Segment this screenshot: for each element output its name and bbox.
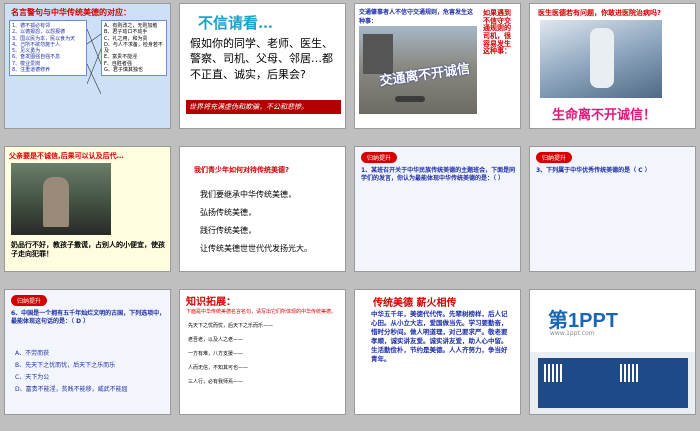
stamp-text: 生命离不开诚信！ — [552, 108, 657, 123]
item-2: 老吾老，以及人之老—— — [188, 337, 244, 343]
line-3: 践行传统美德， — [200, 226, 256, 235]
right-column: A、有则改之，无则加勉 B、君子动口不动手 C、礼之用，和为贵 D、与人不求备，… — [101, 20, 167, 76]
slide-thumbnail-27[interactable]: 交通肇事者人不信守交通规则，危害发生这种事： 交通离不开诚信 如果遇到不信守交通… — [354, 3, 521, 129]
slide-thumbnail-32[interactable]: 归纳提升 3、下列属于中华优秀传统美德的是（ C ） 32 — [529, 146, 696, 272]
item-3: 一方有难，八方支援—— — [188, 351, 244, 357]
slide-caption: 医生医德若有问题，你敢进医院治病吗? — [538, 9, 662, 17]
badge: 归纳提升 — [361, 152, 398, 163]
logo-main: 第1PPT — [548, 310, 619, 332]
slide-thumbnail-29[interactable]: 父亲要是不诚信,后果可以认及后代… 奶品行不好，教孩子撒谎，占别人的小便宜，使孩… — [4, 146, 171, 272]
line-4: 让传统美德世世代代发扬光大。 — [200, 244, 312, 253]
slide-text: 1、某班召开关于中华民族传统美德的主题班会，下面是同学们的发言，你认为最能体现中… — [361, 167, 516, 183]
slide-thumbnail-28[interactable]: 医生医德若有问题，你敢进医院治病吗? 生命离不开诚信！ 28 — [529, 3, 696, 129]
option-b: B、先天下之忧而忧，后天下之乐而乐 — [15, 362, 116, 369]
badge: 归纳提升 — [11, 295, 48, 306]
item-4: 人而无信，不知其可也—— — [188, 365, 249, 371]
option-c: C、天下为公 — [15, 374, 50, 381]
slide-title: 知识拓展： — [186, 297, 236, 308]
badge: 归纳提升 — [536, 152, 573, 163]
slide-question: 我们青少年如何对待传统美德? — [194, 166, 290, 174]
slide-text: 6、中国是一个拥有五千年灿烂文明的古国，下列选项中，最能体现这句话的是：（ D … — [11, 310, 166, 326]
doctor-shape — [590, 28, 614, 88]
slide-thumbnail-31[interactable]: 归纳提升 1、某班召开关于中华民族传统美德的主题班会，下面是同学们的发言，你认为… — [354, 146, 521, 272]
list-item: G、君子慎其独也 — [104, 66, 143, 73]
bottom-caption: 奶品行不好，教孩子撒谎，占别人的小便宜，使孩子走向犯罪！ — [11, 241, 165, 259]
matching-lines-icon — [87, 28, 101, 95]
slide-thumbnail-26[interactable]: 不信请看… 假如你的同学、老师、医生、警察、司机、父母、邻居…都不正直、诚实，后… — [179, 3, 346, 129]
list-item: D、与人不求备，检身若不及 — [104, 41, 163, 54]
line-2: 弘扬传统美德， — [200, 208, 256, 217]
side-text: 如果遇到不信守交通规则的司机，很容易发生这种事： — [483, 9, 511, 56]
slide-thumbnail-36[interactable]: 第1PPT www.1ppt.com 36 — [529, 289, 696, 415]
slide-thumbnail-33[interactable]: 归纳提升 6、中国是一个拥有五千年灿烂文明的古国，下列选项中，最能体现这句话的是… — [4, 289, 171, 415]
slide-thumbnail-35[interactable]: 传统美德 薪火相传 中华五千年，美德代代传。先辈树榜样，后人记心田。从小立大志，… — [354, 289, 521, 415]
slide-thumbnail-34[interactable]: 知识拓展： 下面是中华传统美德名言名句，请写出它们所体现的中华传统美德。 先天下… — [179, 289, 346, 415]
slide-title: 不信请看… — [198, 14, 274, 32]
item-1: 先天下之忧而忧，后天下之乐而乐—— — [188, 323, 274, 329]
item-5: 三人行，必有我师焉—— — [188, 379, 244, 385]
logo-sub: www.1ppt.com — [550, 330, 595, 337]
line-1: 我们要继承中华传统美德， — [200, 190, 296, 199]
slide-caption: 父亲要是不诚信,后果可以认及后代… — [9, 152, 124, 160]
qr-icon — [620, 364, 638, 382]
list-item: 8、注重道德修养 — [12, 66, 51, 73]
slide-text: 3、下列属于中华优秀传统美德的是（ C ） — [536, 167, 651, 174]
suspect-shape — [43, 177, 69, 227]
slide-text: 下面是中华传统美德名言名句，请写出它们所体现的中华传统美德。 — [186, 309, 337, 315]
option-a: A、不劳而获 — [15, 350, 50, 357]
left-column: 1、德不孤必有邻 2、以德报怨，以怨报德 3、国以民为本，民以食为天 4、己所不… — [9, 20, 87, 76]
slide-thumbnail-25[interactable]: 名言警句与中华传统美德的对应： 1、德不孤必有邻 2、以德报怨，以怨报德 3、国… — [4, 3, 171, 129]
slide-body: 假如你的同学、老师、医生、警察、司机、父母、邻居…都不正直、诚实，后果会? — [190, 37, 333, 81]
slide-title: 名言警句与中华传统美德的对应： — [11, 8, 131, 17]
option-d: D、富贵不能淫，贫贱不能移，威武不能屈 — [15, 386, 128, 393]
red-banner: 世界将充满虚伪和欺骗，不公和悲惨。 — [186, 100, 341, 114]
slide-caption: 交通肇事者人不信守交通规则，危害发生这种事： — [359, 9, 474, 25]
slide-title: 传统美德 薪火相传 — [373, 298, 457, 309]
qr-icon — [544, 364, 562, 382]
person-shape — [395, 96, 425, 102]
slide-body: 中华五千年，美德代代传。先辈树榜样，后人记心田。从小立大志，爱国做当先。学习要勤… — [371, 310, 508, 364]
list-item: 3、国以民为本，民以食为天 — [12, 35, 76, 42]
slide-thumbnail-30[interactable]: 我们青少年如何对待传统美德? 我们要继承中华传统美德， 弘扬传统美德， 践行传统… — [179, 146, 346, 272]
